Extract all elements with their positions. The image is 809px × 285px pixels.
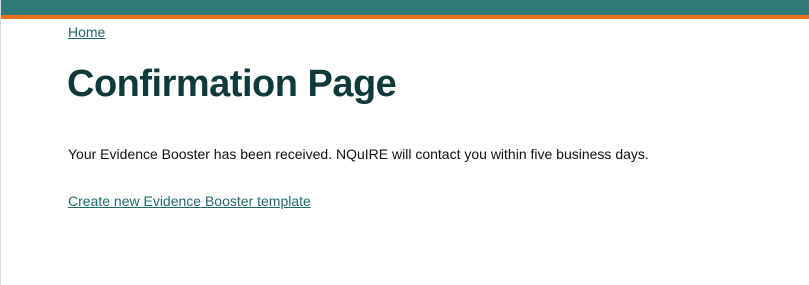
confirmation-message: Your Evidence Booster has been received.… [68,146,649,162]
breadcrumb-home-link[interactable]: Home [68,24,105,40]
create-link-container: Create new Evidence Booster template [68,192,311,210]
page-title: Confirmation Page [67,63,397,105]
header-bar [1,0,809,15]
page-container: Home Confirmation Page Your Evidence Boo… [0,0,809,285]
header-accent-stripe [1,15,809,19]
create-new-template-link[interactable]: Create new Evidence Booster template [68,193,311,209]
breadcrumb: Home [68,23,105,41]
